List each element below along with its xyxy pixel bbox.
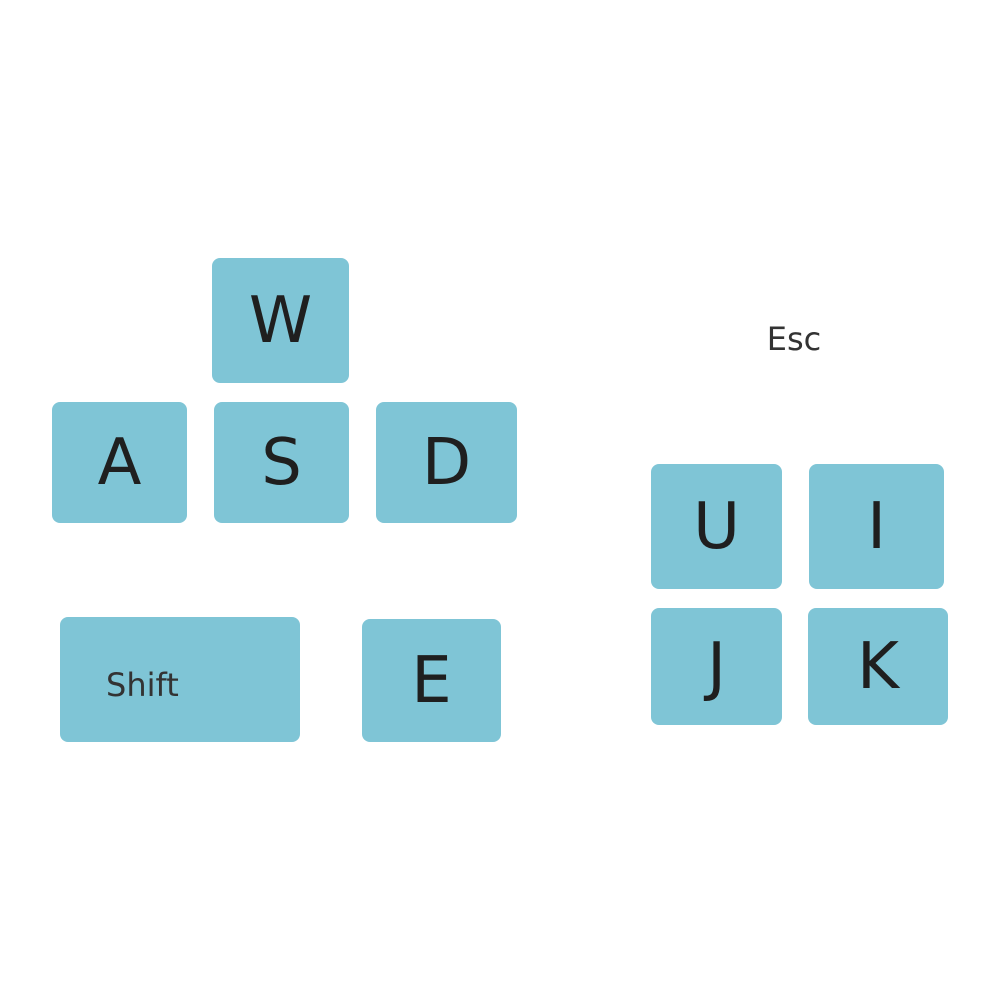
key-e-label: E <box>411 643 452 718</box>
key-shift-label: Shift <box>106 665 179 704</box>
key-e[interactable]: E <box>362 619 501 742</box>
key-esc[interactable]: Esc <box>724 278 864 400</box>
key-j-label: J <box>707 629 726 704</box>
key-shift[interactable]: Shift <box>60 617 300 742</box>
key-i[interactable]: I <box>809 464 944 589</box>
key-esc-label: Esc <box>766 320 822 358</box>
key-k[interactable]: K <box>808 608 948 725</box>
key-u-label: U <box>693 489 740 564</box>
key-k-label: K <box>857 629 899 704</box>
key-d-label: D <box>421 425 472 500</box>
key-i-label: I <box>867 489 886 564</box>
key-a-label: A <box>97 425 142 500</box>
key-w-label: W <box>248 283 313 358</box>
key-a[interactable]: A <box>52 402 187 523</box>
key-j[interactable]: J <box>651 608 782 725</box>
key-d[interactable]: D <box>376 402 517 523</box>
key-s-label: S <box>261 425 302 500</box>
key-u[interactable]: U <box>651 464 782 589</box>
key-s[interactable]: S <box>214 402 349 523</box>
key-layout-canvas: W A S D Shift E Esc U I J K <box>0 0 1000 1000</box>
key-w[interactable]: W <box>212 258 349 383</box>
